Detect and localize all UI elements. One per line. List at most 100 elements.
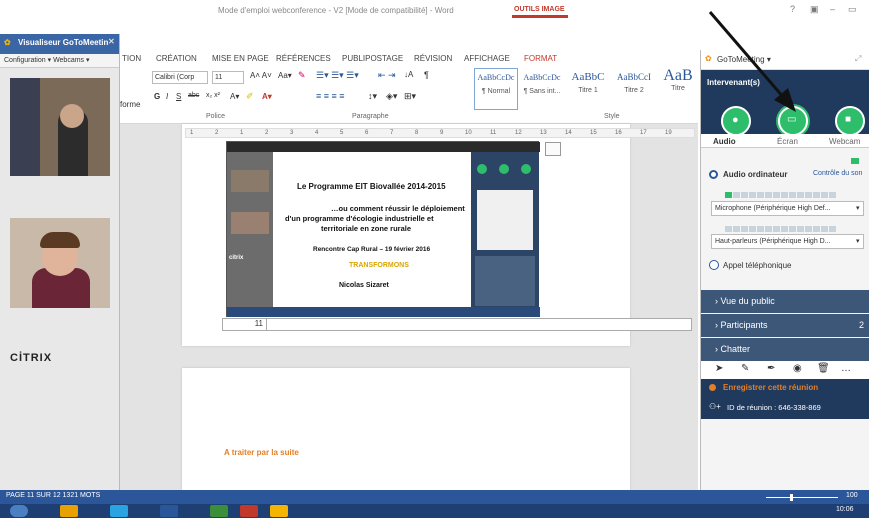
taskbar-word[interactable] xyxy=(160,505,178,517)
text-effects-icon[interactable]: A▾ xyxy=(230,92,239,101)
record-icon[interactable] xyxy=(709,384,716,391)
style-titre1[interactable]: AaBbC Titre 1 xyxy=(566,68,610,110)
clear-format-icon[interactable]: ✎ xyxy=(298,70,306,81)
screen-share-button[interactable]: ▭ xyxy=(778,106,808,136)
tab-ecran[interactable]: Écran xyxy=(777,137,798,146)
webcam-button[interactable]: ■ xyxy=(835,106,865,136)
speakers-value: Haut-parleurs (Périphérique High D... xyxy=(715,238,831,245)
chevron-down-icon[interactable]: ▾ xyxy=(767,55,771,64)
add-person-icon[interactable]: ⚇+ xyxy=(709,402,721,411)
font-color-icon[interactable]: A▾ xyxy=(262,92,272,101)
style-normal[interactable]: AaBbCcDc ¶ Normal xyxy=(474,68,518,110)
webcam-feed-1[interactable] xyxy=(10,78,110,176)
slide-cam-2 xyxy=(231,212,269,234)
italic-icon[interactable]: I xyxy=(166,92,168,101)
tab-affichage[interactable]: AFFICHAGE xyxy=(464,54,510,63)
tab-revision[interactable]: RÉVISION xyxy=(414,54,452,63)
subscript-icon[interactable]: x₂ x² xyxy=(206,92,220,99)
viewer-config-menu[interactable]: Configuration xyxy=(4,57,46,64)
trash-icon[interactable]: 🗑 xyxy=(817,363,830,374)
ribbon-options-icon[interactable]: ▣ xyxy=(810,4,819,15)
font-name-select[interactable]: Calibri (Corp xyxy=(152,71,208,84)
bullets-icon[interactable]: ☰▾ ☰▾ ☰▾ xyxy=(316,70,359,81)
taskbar-gotomeeting[interactable] xyxy=(270,505,288,517)
tab-format[interactable]: FORMAT xyxy=(524,54,557,63)
borders-icon[interactable]: ⊞▾ xyxy=(404,91,416,102)
taskbar-powerpoint[interactable] xyxy=(240,505,258,517)
zoom-level[interactable]: 100 xyxy=(846,492,858,499)
section-public-view[interactable]: › Vue du public xyxy=(701,290,869,313)
sort-icon[interactable]: ↓A xyxy=(404,70,413,79)
panel-title[interactable]: GoToMeeting xyxy=(717,55,765,64)
slide-image[interactable]: citrix Le Programme EIT Biovallée 2014-2… xyxy=(226,141,540,317)
style-titre[interactable]: AaB Titre xyxy=(658,66,698,108)
viewer-webcams-menu[interactable]: Webcams xyxy=(53,57,84,64)
zoom-slider[interactable] xyxy=(766,497,838,498)
slide-taskbar xyxy=(227,307,540,317)
ruler-mark: 9 xyxy=(440,130,444,136)
windows-taskbar: 10:06 xyxy=(0,504,869,518)
table-row[interactable]: 11 xyxy=(222,318,692,331)
speakers-select[interactable]: Haut-parleurs (Périphérique High D... ▾ xyxy=(711,234,864,249)
pilcrow-icon[interactable]: ¶ xyxy=(424,70,429,80)
bold-icon[interactable]: G xyxy=(154,92,160,101)
help-icon[interactable]: ? xyxy=(790,4,795,14)
horizontal-ruler[interactable]: 1 2 1 2 3 4 5 6 7 8 9 10 11 12 13 14 15 16 17 19 xyxy=(185,128,695,138)
style-sans-interligne[interactable]: AaBbCcDc ¶ Sans int... xyxy=(520,68,564,110)
layout-options-icon[interactable] xyxy=(545,142,561,156)
tab-mise-en-page[interactable]: MISE EN PAGE xyxy=(212,54,269,63)
highlighter-icon[interactable]: ✒ xyxy=(767,363,775,374)
line-spacing-icon[interactable]: ↕▾ xyxy=(368,91,377,102)
tab-audio[interactable]: Audio xyxy=(713,137,736,146)
chevron-down-icon[interactable]: ▾ xyxy=(86,57,90,64)
section-chat[interactable]: › Chatter xyxy=(701,338,869,361)
zoom-slider-thumb[interactable] xyxy=(790,494,793,501)
minimize-icon[interactable]: – xyxy=(830,4,835,14)
more-icon[interactable]: … xyxy=(841,363,851,374)
grow-font-icon[interactable]: A˄ A˅ xyxy=(250,71,272,80)
ruler-mark: 11 xyxy=(490,130,497,136)
screen-share-icon: ▭ xyxy=(787,114,797,125)
maximize-icon[interactable]: ▭ xyxy=(848,4,857,15)
microphone-button[interactable]: ● xyxy=(721,106,751,136)
page-word-count[interactable]: PAGE 11 SUR 12 1321 MOTS xyxy=(6,492,100,499)
highlight-icon[interactable]: ✐ xyxy=(246,91,254,102)
underline-icon[interactable]: S xyxy=(176,92,181,101)
tab-publipostage[interactable]: PUBLIPOSTAGE xyxy=(342,54,403,63)
gotomeeting-panel[interactable]: ✿ GoToMeeting ▾ ⤢ Intervenant(s) ● ▭ ■ A… xyxy=(700,50,869,490)
audio-computer-radio[interactable] xyxy=(709,170,718,179)
sound-check-link[interactable]: Contrôle du son xyxy=(813,170,862,177)
tab-creation[interactable]: CRÉATION xyxy=(156,54,197,63)
start-button[interactable] xyxy=(10,505,28,517)
taskbar-explorer[interactable] xyxy=(60,505,78,517)
tab-webcam[interactable]: Webcam xyxy=(829,137,860,146)
pointer-icon[interactable]: ➤ xyxy=(715,363,723,374)
style-titre2[interactable]: AaBbCcI Titre 2 xyxy=(612,68,656,110)
align-icons[interactable]: ≡ ≡ ≡ ≡ xyxy=(316,91,345,101)
gotomeeting-viewer[interactable]: ✿ Visualiseur GoToMeetin ✕ Configuration… xyxy=(0,34,120,490)
phone-radio[interactable] xyxy=(709,260,719,270)
tab-insertion[interactable]: TION xyxy=(122,54,141,63)
shading-icon[interactable]: ◈▾ xyxy=(386,91,397,102)
style-name: Titre xyxy=(671,85,685,92)
change-case-icon[interactable]: Aa▾ xyxy=(278,71,292,80)
presenters-area: Intervenant(s) ● ▭ ■ xyxy=(701,70,869,140)
viewer-close-icon[interactable]: ✕ xyxy=(108,37,115,46)
indent-icons[interactable]: ⇤ ⇥ xyxy=(378,70,396,81)
font-size-select[interactable]: 11 xyxy=(212,71,244,84)
strikethrough-icon[interactable]: abc xyxy=(188,92,199,99)
spotlight-icon[interactable]: ◉ xyxy=(793,363,802,374)
pen-icon[interactable]: ✎ xyxy=(741,363,749,374)
chevron-down-icon: ▾ xyxy=(856,238,860,245)
tab-references[interactable]: RÉFÉRENCES xyxy=(276,54,331,63)
document-page-2[interactable]: A traiter par la suite xyxy=(182,368,630,490)
table-cell-number[interactable]: 11 xyxy=(225,319,267,330)
microphone-select[interactable]: Microphone (Périphérique High Def... ▾ xyxy=(711,201,864,216)
viewer-toolbar: Configuration ▾ Webcams ▾ xyxy=(0,54,119,68)
section-participants[interactable]: › Participants 2 xyxy=(701,314,869,337)
taskbar-app[interactable] xyxy=(110,505,128,517)
taskbar-excel[interactable] xyxy=(210,505,228,517)
collapse-icon[interactable]: ⤢ xyxy=(855,54,861,64)
webcam-feed-2[interactable] xyxy=(10,218,110,308)
record-meeting-link[interactable]: Enregistrer cette réunion xyxy=(723,383,818,392)
